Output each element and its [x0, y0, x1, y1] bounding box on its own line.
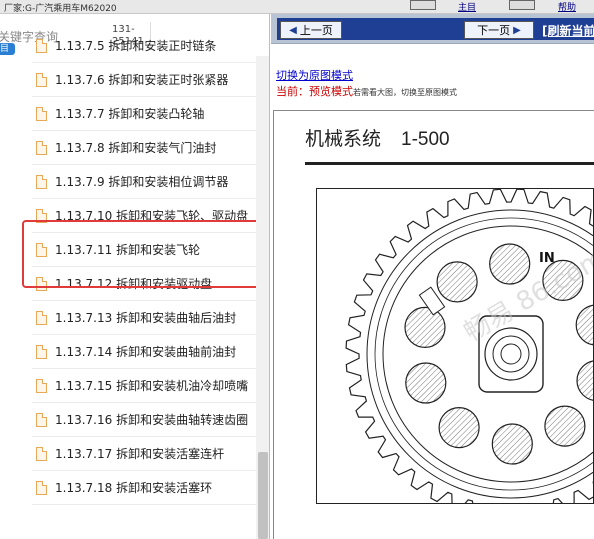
document-icon — [36, 412, 47, 427]
original-mode-link[interactable]: 切换为原图模式 — [276, 67, 353, 83]
in-mark-label: IN — [539, 251, 555, 266]
catalog-panel: 关键字查询 目 131-25141 1.13.7.5 拆卸和安装正时链条 1.13… — [0, 14, 270, 539]
catalog-tree-item[interactable]: 1.13.7.9 拆卸和安装相位调节器 — [32, 165, 256, 199]
prev-page-label: 上一页 — [299, 24, 333, 37]
catalog-tree-item-label: 1.13.7.9 拆卸和安装相位调节器 — [55, 175, 229, 189]
document-icon — [36, 72, 47, 87]
highlight-box — [22, 220, 269, 288]
nav-bar: ◀ 上一页 下一页 ▶ [刷新当前 — [271, 14, 594, 44]
document-page-number: 1-500 — [401, 129, 450, 150]
document-icon — [36, 446, 47, 461]
manufacturer-label: 厂家:G-广汽乘用车M62020 — [4, 4, 117, 14]
catalog-tree-item[interactable]: 1.13.7.5 拆卸和安装正时链条 — [32, 29, 256, 63]
catalog-tree-item-label: 1.13.7.18 拆卸和安装活塞环 — [55, 481, 213, 495]
gear-drawing — [345, 189, 593, 503]
document-icon — [36, 38, 47, 53]
next-page-label: 下一页 — [477, 24, 511, 37]
catalog-tree-item-label: 1.13.7.15 拆卸和安装机油冷却喷嘴 — [55, 379, 249, 393]
help-link[interactable]: 帮助 — [558, 0, 576, 13]
catalog-tree-item[interactable]: 1.13.7.6 拆卸和安装正时张紧器 — [32, 63, 256, 97]
arrow-right-icon: ▶ — [513, 24, 521, 36]
current-label: 当前： — [276, 85, 309, 98]
document-icon — [36, 174, 47, 189]
catalog-tree-item[interactable]: 1.13.7.18 拆卸和安装活塞环 — [32, 471, 256, 505]
document-icon — [36, 480, 47, 495]
home-link[interactable]: 主目 — [458, 0, 476, 13]
current-mode-value: 预览模式 — [309, 85, 353, 98]
catalog-tree-item-label: 1.13.7.7 拆卸和安装凸轮轴 — [55, 107, 205, 121]
catalog-tree-item[interactable]: 1.13.7.14 拆卸和安装曲轴前油封 — [32, 335, 256, 369]
catalog-tree-item[interactable]: 1.13.7.7 拆卸和安装凸轮轴 — [32, 97, 256, 131]
catalog-tree-item-label: 1.13.7.16 拆卸和安装曲轴转速齿圈 — [55, 413, 249, 427]
document-title: 机械系统 1-500 — [305, 124, 450, 151]
document-icon — [36, 106, 47, 121]
prev-page-button[interactable]: ◀ 上一页 — [280, 21, 342, 39]
next-page-button[interactable]: 下一页 ▶ — [464, 21, 534, 39]
sprocket-drawing: IN 畅易 86.com — [345, 189, 593, 503]
catalog-tree-item-label: 1.13.7.5 拆卸和安装正时链条 — [55, 39, 217, 53]
catalog-tree-item-label: 1.13.7.8 拆卸和安装气门油封 — [55, 141, 217, 155]
catalog-tree-item[interactable]: 1.13.7.16 拆卸和安装曲轴转速齿圈 — [32, 403, 256, 437]
search-button[interactable]: 目 — [0, 43, 15, 55]
current-mode-hint: 若需看大图，切换至原图模式 — [353, 88, 457, 97]
home-button[interactable] — [410, 0, 436, 10]
catalog-tree-item-label: 1.13.7.6 拆卸和安装正时张紧器 — [55, 73, 229, 87]
document-section: 机械系统 — [305, 128, 382, 150]
catalog-tree-item[interactable]: 1.13.7.17 拆卸和安装活塞连杆 — [32, 437, 256, 471]
top-strip: 厂家:G-广汽乘用车M62020 主目 帮助 — [0, 0, 594, 14]
current-mode-line: 当前：预览模式若需看大图，切换至原图模式 — [276, 83, 457, 99]
document-rule — [305, 162, 594, 165]
catalog-tree-item-label: 1.13.7.13 拆卸和安装曲轴后油封 — [55, 311, 237, 325]
arrow-left-icon: ◀ — [289, 24, 297, 36]
document-icon — [36, 310, 47, 325]
document-icon — [36, 344, 47, 359]
document-icon — [36, 140, 47, 155]
catalog-tree-item[interactable]: 1.13.7.13 拆卸和安装曲轴后油封 — [32, 301, 256, 335]
help-button[interactable] — [509, 0, 535, 10]
document-viewer: ◀ 上一页 下一页 ▶ [刷新当前 切换为原图模式 当前：预览模式若需看大图，切… — [271, 14, 594, 539]
document-icon — [36, 378, 47, 393]
catalog-tree-item-label: 1.13.7.14 拆卸和安装曲轴前油封 — [55, 345, 237, 359]
refresh-link[interactable]: [刷新当前 — [542, 22, 594, 39]
catalog-tree-item[interactable]: 1.13.7.15 拆卸和安装机油冷却喷嘴 — [32, 369, 256, 403]
catalog-tree-item-label: 1.13.7.17 拆卸和安装活塞连杆 — [55, 447, 225, 461]
catalog-scroll-thumb[interactable] — [258, 452, 268, 539]
flywheel-diagram: IN 畅易 86.com — [316, 188, 594, 504]
catalog-tree-item[interactable]: 1.13.7.8 拆卸和安装气门油封 — [32, 131, 256, 165]
